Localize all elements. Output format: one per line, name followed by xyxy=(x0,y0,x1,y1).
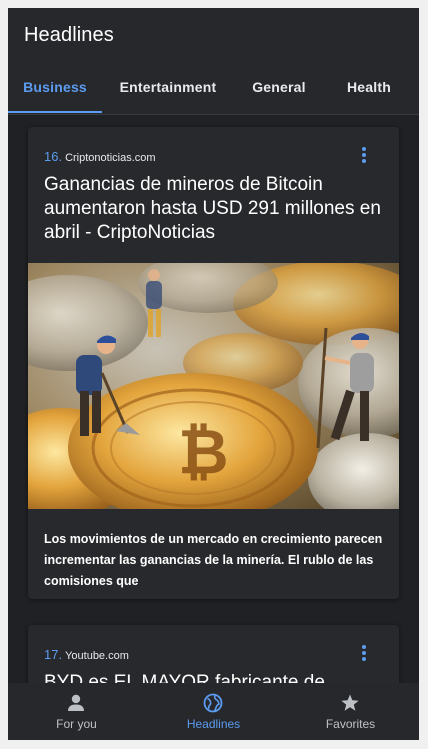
nav-label: Favorites xyxy=(325,717,376,731)
article-image[interactable]: ₿ xyxy=(28,263,399,509)
person-icon xyxy=(68,694,84,711)
article-number: 16. xyxy=(44,149,63,164)
article-feed[interactable]: 16. Criptonoticias.com Ganancias de miner… xyxy=(8,115,419,683)
svg-text:₿: ₿ xyxy=(178,415,229,488)
tab-entertainment[interactable]: Entertainment xyxy=(102,64,234,114)
active-tab-indicator xyxy=(8,111,102,113)
globe-icon xyxy=(203,693,223,713)
bottom-navigation: For you Headlines Favorites xyxy=(8,683,419,740)
article-source: Youtube.com xyxy=(65,650,129,662)
article-meta: 16. Criptonoticias.com xyxy=(44,149,156,164)
nav-label: For you xyxy=(56,717,97,731)
tab-business[interactable]: Business xyxy=(8,64,102,114)
nav-for-you[interactable]: For you xyxy=(8,683,145,740)
app-screen: Headlines Business Entertainment General… xyxy=(8,8,419,740)
article-description: Los movimientos de un mercado en crecimi… xyxy=(44,532,383,588)
article-number: 17. xyxy=(44,647,63,662)
more-options-icon[interactable] xyxy=(359,645,369,665)
nav-label: Headlines xyxy=(186,717,241,731)
more-options-icon[interactable] xyxy=(359,147,369,167)
article-card[interactable]: 16. Criptonoticias.com Ganancias de miner… xyxy=(28,127,399,599)
article-meta: 17. Youtube.com xyxy=(44,647,129,662)
tab-health[interactable]: Health xyxy=(324,64,414,114)
bitcoin-miners-image: ₿ xyxy=(28,263,399,509)
article-headline[interactable]: Ganancias de mineros de Bitcoin aumentar… xyxy=(44,173,384,245)
top-app-bar: Headlines xyxy=(8,8,419,64)
category-tabs: Business Entertainment General Health xyxy=(8,64,419,115)
page-title: Headlines xyxy=(24,24,114,46)
tab-general[interactable]: General xyxy=(234,64,324,114)
nav-favorites[interactable]: Favorites xyxy=(282,683,419,740)
article-card[interactable]: 17. Youtube.com BYD es EL MAYOR fabricant… xyxy=(28,625,399,683)
article-source: Criptonoticias.com xyxy=(65,152,156,164)
star-icon xyxy=(341,694,359,711)
article-headline[interactable]: BYD es EL MAYOR fabricante de xyxy=(44,671,384,683)
nav-headlines[interactable]: Headlines xyxy=(145,683,282,740)
